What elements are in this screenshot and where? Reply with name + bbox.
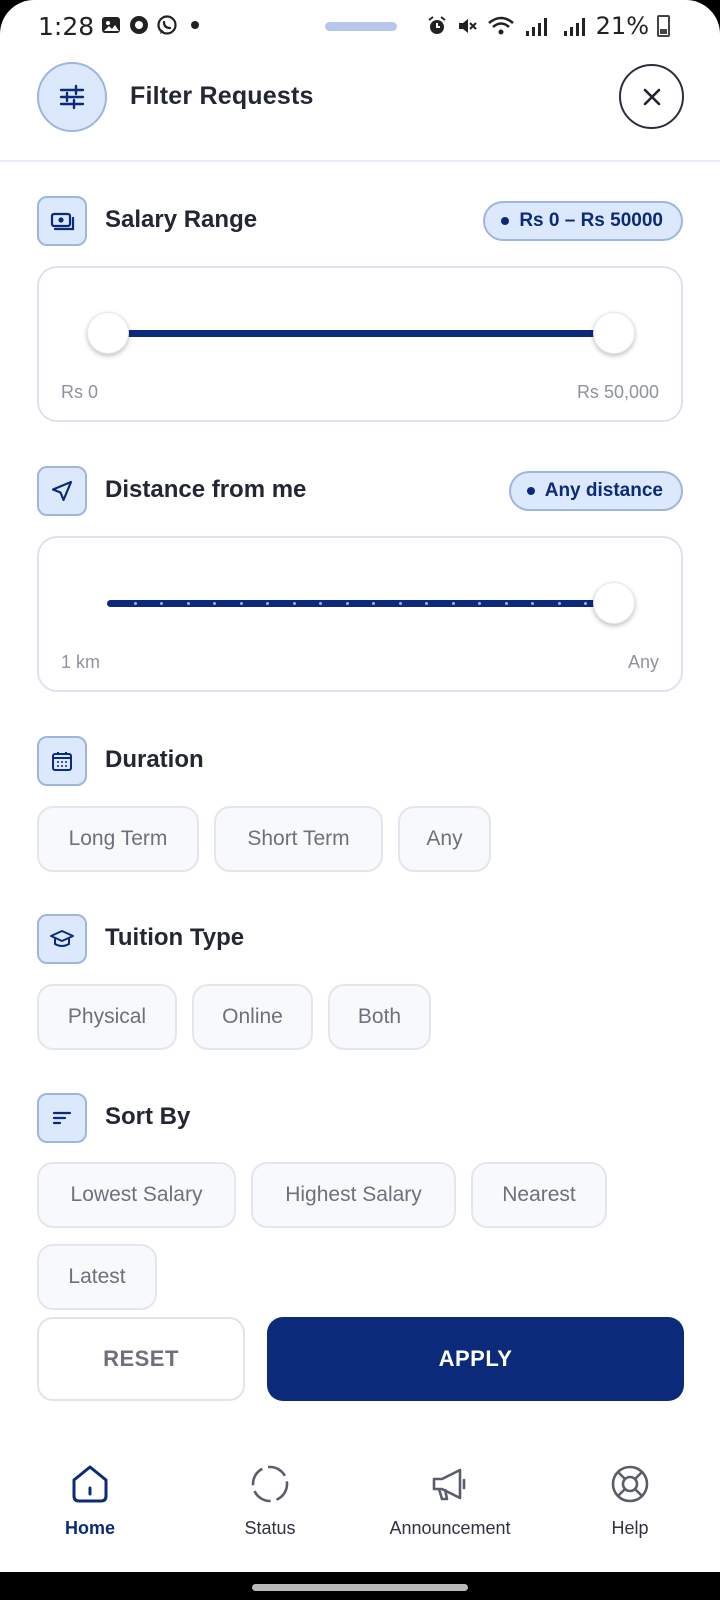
duration-section-header: Duration [37, 736, 683, 786]
chip-any-duration[interactable]: Any [398, 806, 491, 872]
chip-online[interactable]: Online [192, 984, 313, 1050]
salary-badge-text: Rs 0 – Rs 50000 [519, 210, 663, 231]
nav-status[interactable]: Status [180, 1460, 360, 1560]
distance-tick [160, 602, 163, 605]
distance-tick [504, 602, 508, 605]
megaphone-icon [432, 1468, 466, 1501]
nav-home[interactable]: Home [0, 1460, 180, 1560]
apply-button[interactable]: APPLY [267, 1317, 684, 1401]
distance-tick [133, 602, 137, 605]
badge-dot [526, 487, 535, 495]
salary-min-thumb[interactable] [87, 312, 129, 354]
status-bar: 1:28 21% [0, 0, 720, 54]
page-title: Filter Requests [130, 82, 314, 110]
salary-title: Salary Range [105, 206, 258, 233]
close-icon [643, 88, 660, 105]
system-icons: 21% [426, 12, 670, 40]
wifi-icon [487, 16, 514, 35]
battery-percent: 21% [595, 12, 649, 40]
calendar-icon [37, 736, 87, 786]
distance-max-label: Any [627, 652, 659, 672]
distance-tick [319, 602, 322, 605]
distance-tick [186, 602, 190, 605]
salary-badge: Rs 0 – Rs 50000 [483, 201, 683, 241]
distance-tick [398, 602, 402, 605]
nav-announcement-label: Announcement [389, 1518, 511, 1538]
nav-help[interactable]: Help [540, 1460, 720, 1560]
distance-tick [584, 602, 587, 605]
nav-status-label: Status [244, 1518, 296, 1538]
sort-icon [37, 1093, 87, 1143]
graduation-cap-icon [37, 914, 87, 964]
signal-icon [563, 18, 585, 36]
chip-highest-salary[interactable]: Highest Salary [251, 1162, 456, 1228]
signal-volte-icon [525, 18, 547, 36]
mute-icon [458, 19, 477, 33]
salary-max-label: Rs 50,000 [576, 382, 659, 402]
nav-help-label: Help [611, 1518, 649, 1538]
reset-button[interactable]: RESET [37, 1317, 245, 1401]
distance-tick [239, 602, 243, 605]
filter-icon [37, 62, 107, 132]
chip-long-term[interactable]: Long Term [37, 806, 199, 872]
distance-tick [266, 602, 269, 605]
sort-title: Sort By [105, 1103, 191, 1130]
chip-both[interactable]: Both [328, 984, 431, 1050]
chip-nearest[interactable]: Nearest [471, 1162, 607, 1228]
distance-badge-text: Any distance [544, 480, 663, 501]
distance-tick [425, 602, 428, 605]
chip-latest[interactable]: Latest [37, 1244, 157, 1310]
salary-slider-card: Rs 0 Rs 50,000 [37, 266, 683, 422]
distance-tick [345, 602, 349, 605]
distance-tick [372, 602, 375, 605]
chip-lowest-salary[interactable]: Lowest Salary [37, 1162, 236, 1228]
badge-dot [501, 217, 510, 225]
battery-icon [657, 15, 670, 37]
navigation-icon [37, 466, 87, 516]
distance-tick [292, 602, 296, 605]
more-dot-icon [191, 21, 199, 29]
distance-section-header: Distance from me Any distance [37, 466, 683, 516]
status-time: 1:28 [38, 12, 95, 41]
chip-short-term[interactable]: Short Term [214, 806, 383, 872]
lifebuoy-icon [611, 1465, 649, 1503]
nav-home-label: Home [64, 1518, 115, 1538]
camera-pill [325, 22, 397, 31]
whatsapp-icon [157, 15, 177, 35]
distance-tick [451, 602, 455, 605]
gallery-icon [102, 17, 120, 33]
close-button[interactable] [619, 64, 684, 129]
nav-announcement[interactable]: Announcement [360, 1460, 540, 1560]
distance-tick [478, 602, 481, 605]
tuition-section-header: Tuition Type [37, 914, 683, 964]
bottom-nav: Home Status Announcement Help [0, 1460, 720, 1572]
distance-thumb[interactable] [593, 582, 635, 624]
gesture-bar[interactable] [252, 1584, 468, 1591]
app-notification-icon [130, 16, 148, 34]
distance-tick [531, 602, 534, 605]
distance-track[interactable] [107, 600, 613, 607]
salary-section-header: Salary Range Rs 0 – Rs 50000 [37, 196, 683, 246]
header: Filter Requests [0, 54, 720, 162]
salary-max-thumb[interactable] [593, 312, 635, 354]
alarm-icon [428, 16, 446, 34]
notification-icons [100, 14, 206, 36]
distance-tick [213, 602, 216, 605]
cash-icon [37, 196, 87, 246]
status-icon [251, 1465, 289, 1503]
distance-min-label: 1 km [61, 652, 101, 672]
chip-physical[interactable]: Physical [37, 984, 177, 1050]
sort-section-header: Sort By [37, 1093, 683, 1143]
distance-title: Distance from me [105, 476, 307, 503]
distance-slider-card: 1 km Any [37, 536, 683, 692]
distance-tick [557, 602, 561, 605]
tuition-title: Tuition Type [105, 924, 245, 951]
salary-track[interactable] [107, 330, 613, 337]
distance-badge: Any distance [508, 471, 683, 511]
screen: 1:28 21% Filter Requests Salary Range Rs… [0, 0, 720, 1572]
salary-min-label: Rs 0 [61, 382, 99, 402]
duration-title: Duration [105, 746, 204, 773]
home-icon [72, 1465, 108, 1503]
